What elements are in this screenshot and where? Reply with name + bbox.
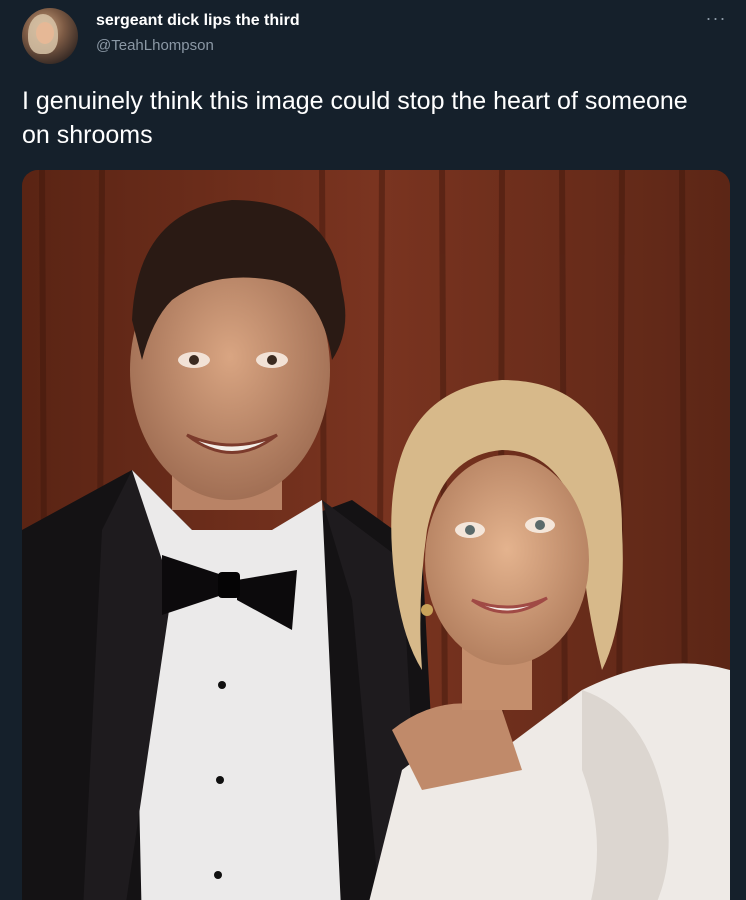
- photo-illustration: [22, 170, 730, 900]
- tweet-text: I genuinely think this image could stop …: [22, 87, 688, 149]
- woman-face: [425, 455, 589, 665]
- avatar-face: [36, 22, 54, 44]
- man-shirt: [132, 470, 341, 900]
- tweet-media-photo[interactable]: [22, 170, 730, 900]
- avatar[interactable]: [22, 8, 78, 64]
- author-display-name[interactable]: sergeant dick lips the third: [96, 12, 300, 30]
- more-options-icon[interactable]: ···: [704, 8, 728, 28]
- man-bowtie-knot: [218, 572, 240, 598]
- woman-earring: [421, 604, 433, 616]
- author-username[interactable]: @TeahLhompson: [96, 37, 214, 54]
- tweet: sergeant dick lips the third @TeahLhomps…: [0, 0, 746, 900]
